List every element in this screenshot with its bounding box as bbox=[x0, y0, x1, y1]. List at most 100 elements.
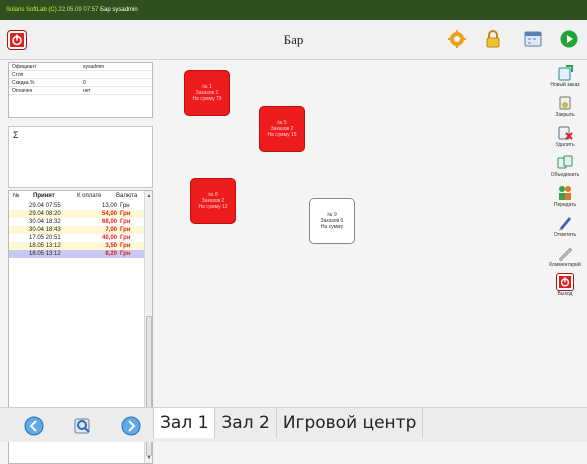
arrow-right-icon bbox=[121, 416, 141, 436]
info-row: Скидка,% 0 bbox=[9, 79, 152, 87]
order-date: 30.04 18:43 bbox=[29, 227, 61, 233]
order-date: 29.04 08:20 bbox=[29, 211, 61, 217]
title-bar: Solaris SoftLab (C) 22.05.09 07:57 Бар s… bbox=[0, 0, 587, 20]
order-amount: 13,00 bbox=[101, 203, 117, 209]
order-currency: Грн bbox=[120, 203, 130, 209]
order-currency: Грн bbox=[120, 243, 131, 249]
order-amount: 40,00 bbox=[101, 235, 117, 241]
table-row[interactable]: 18.05 13:12 3,50 Грн bbox=[9, 242, 152, 250]
settings-button[interactable] bbox=[448, 30, 466, 48]
order-currency: Грн bbox=[120, 227, 131, 233]
scroll-up-icon[interactable]: ▲ bbox=[145, 193, 153, 199]
mark-button[interactable]: Отметить bbox=[543, 215, 587, 238]
merge-button[interactable]: Объединить bbox=[543, 155, 587, 178]
forward-button[interactable] bbox=[121, 416, 141, 436]
scroll-down-icon[interactable]: ▼ bbox=[145, 455, 153, 461]
calendar-button[interactable] bbox=[524, 30, 542, 48]
info-label: Стол bbox=[12, 72, 24, 78]
order-date: 17.05 20:51 bbox=[29, 235, 61, 241]
left-panel: Официант sysadmin Стол Скидка,% 0 Оплаче… bbox=[8, 62, 153, 464]
close-order-label: Закрыть bbox=[555, 112, 575, 118]
tab-hall-1[interactable]: Зал 1 bbox=[153, 408, 216, 438]
header: Бар bbox=[0, 20, 587, 60]
pencil-icon bbox=[559, 217, 571, 231]
info-label: Официант bbox=[12, 64, 37, 70]
order-currency: Грн bbox=[120, 251, 131, 257]
gear-icon bbox=[448, 30, 466, 48]
comment-icon bbox=[558, 247, 573, 261]
order-date: 29.04 07:55 bbox=[29, 203, 61, 209]
order-info: Официант sysadmin Стол Скидка,% 0 Оплаче… bbox=[8, 62, 153, 118]
table-row-selected[interactable]: 18.05 13:12 8,20 Грн bbox=[9, 250, 152, 258]
orders-header: № Принят К оплате Валюта bbox=[9, 191, 152, 202]
info-value: нет bbox=[83, 88, 91, 94]
order-amount: 54,00 bbox=[101, 211, 117, 217]
new-order-button[interactable]: Новый заказ bbox=[543, 65, 587, 88]
right-toolbar: Новый заказ Закрыть Удалить Объединить П… bbox=[543, 62, 587, 312]
comment-button[interactable]: Комментарий bbox=[543, 245, 587, 268]
sigma-icon: Σ bbox=[13, 130, 19, 140]
col-currency-header[interactable]: Валюта bbox=[116, 191, 137, 202]
table-row[interactable]: 17.05 20:51 40,00 Грн bbox=[9, 234, 152, 242]
lock-button[interactable] bbox=[485, 30, 501, 48]
tab-hall-2[interactable]: Зал 2 bbox=[215, 408, 277, 438]
transfer-label: Передать bbox=[553, 202, 577, 208]
hall-canvas: № 1 Заказов 2 На сумму 79 № 5 Заказов 2 … bbox=[155, 62, 542, 407]
order-date: 18.05 13:12 bbox=[29, 251, 61, 257]
table-sum: На сумму bbox=[320, 224, 344, 230]
table-card-1[interactable]: № 1 Заказов 2 На сумму 79 bbox=[184, 70, 230, 116]
table-sum: На сумму 12 bbox=[198, 204, 228, 210]
order-amount: 7,00 bbox=[105, 227, 117, 233]
table-row[interactable]: 30.04 18:43 7,00 Грн bbox=[9, 226, 152, 234]
order-currency: Грн bbox=[120, 235, 131, 241]
order-currency: Грн bbox=[120, 211, 131, 217]
mark-label: Отметить bbox=[553, 232, 577, 238]
table-card-8[interactable]: № 8 Заказов 2 На сумму 12 bbox=[190, 178, 236, 224]
info-label: Скидка,% bbox=[12, 80, 35, 86]
info-row: Оплачен нет bbox=[9, 87, 152, 95]
order-amount: 3,50 bbox=[105, 243, 117, 249]
comment-label: Комментарий bbox=[549, 262, 581, 268]
new-order-label: Новый заказ bbox=[550, 82, 580, 88]
calendar-icon bbox=[524, 31, 542, 47]
play-icon bbox=[560, 30, 578, 48]
info-label: Оплачен bbox=[12, 88, 33, 94]
merge-label: Объединить bbox=[550, 172, 580, 178]
table-row[interactable]: 29.04 08:20 54,00 Грн bbox=[9, 210, 152, 218]
new-order-icon bbox=[558, 65, 573, 81]
table-card-9[interactable]: № 9 Заказов 0 На сумму bbox=[309, 198, 355, 244]
order-date: 30.04 18:32 bbox=[29, 219, 61, 225]
order-amount: 8,20 bbox=[105, 251, 117, 257]
col-date-header[interactable]: Принят bbox=[33, 191, 55, 202]
col-num-header[interactable]: № bbox=[13, 191, 19, 202]
delete-icon bbox=[558, 126, 573, 140]
info-value: sysadmin bbox=[83, 64, 105, 70]
search-icon bbox=[74, 418, 90, 434]
exit-icon bbox=[557, 274, 573, 290]
table-sum: На сумму 79 bbox=[192, 96, 222, 102]
search-button[interactable] bbox=[73, 416, 93, 436]
table-row[interactable]: 29.04 07:55 13,00 Грн bbox=[9, 202, 152, 210]
app-name: Solaris SoftLab (C) bbox=[6, 7, 57, 13]
exit-label: Выход bbox=[557, 291, 573, 297]
close-order-button[interactable]: Закрыть bbox=[543, 95, 587, 118]
order-date: 18.05 13:12 bbox=[29, 243, 61, 249]
arrow-left-icon bbox=[24, 416, 44, 436]
info-value: 0 bbox=[83, 80, 86, 86]
exit-button[interactable]: Выход bbox=[543, 274, 587, 297]
table-card-5[interactable]: № 5 Заказов 2 На сумму 15 bbox=[259, 106, 305, 152]
info-row: Официант sysadmin bbox=[9, 63, 152, 71]
totals-panel: Σ bbox=[8, 126, 153, 188]
tab-game-center[interactable]: Игровой центр bbox=[276, 408, 424, 438]
context-label: Бар bbox=[100, 7, 111, 13]
play-button[interactable] bbox=[560, 30, 578, 48]
datetime: 22.05.09 07:57 bbox=[58, 7, 99, 13]
bottom-bar: Зал 1 Зал 2 Игровой центр bbox=[0, 407, 587, 442]
table-row[interactable]: 30.04 18:32 68,00 Грн bbox=[9, 218, 152, 226]
col-amount-header[interactable]: К оплате bbox=[77, 191, 101, 202]
back-button[interactable] bbox=[24, 416, 44, 436]
delete-label: Удалить bbox=[555, 142, 575, 148]
table-sum: На сумму 15 bbox=[267, 132, 297, 138]
transfer-button[interactable]: Передать bbox=[543, 185, 587, 208]
delete-button[interactable]: Удалить bbox=[543, 125, 587, 148]
